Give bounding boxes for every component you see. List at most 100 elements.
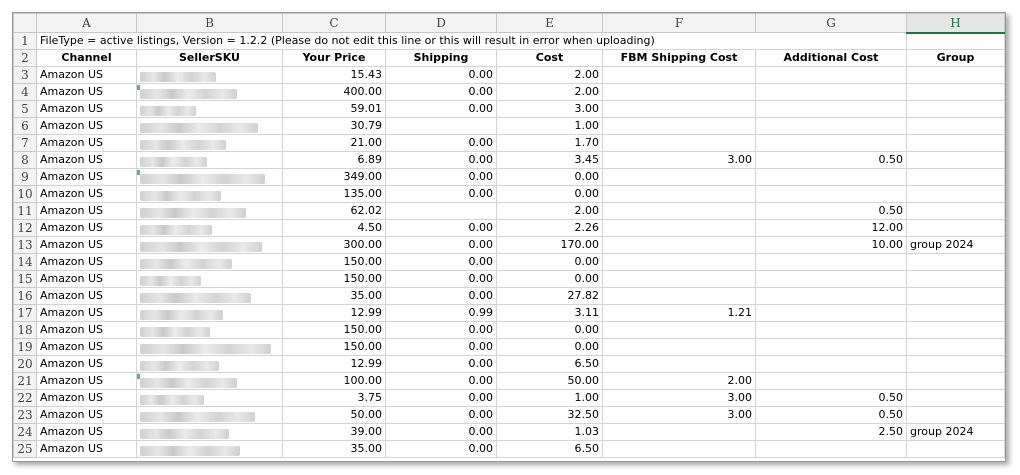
row-header[interactable]: 21 xyxy=(13,372,37,390)
cell-fbm-shipping-cost[interactable]: 3.00 xyxy=(602,406,756,424)
cell-channel[interactable]: Amazon US xyxy=(36,151,137,169)
cell-additional-cost[interactable]: 0.50 xyxy=(755,202,907,220)
cell-additional-cost[interactable] xyxy=(755,253,907,271)
row-header[interactable]: 1 xyxy=(13,32,37,50)
cell-group[interactable] xyxy=(906,304,1005,322)
cell-your-price[interactable]: 150.00 xyxy=(282,270,386,288)
row-header[interactable]: 2 xyxy=(13,49,37,67)
cell-fbm-shipping-cost[interactable] xyxy=(602,236,756,254)
row-header[interactable]: 22 xyxy=(13,389,37,407)
cell-fbm-shipping-cost[interactable] xyxy=(602,83,756,101)
cell-shipping[interactable]: 0.00 xyxy=(385,270,497,288)
cell-additional-cost[interactable] xyxy=(755,83,907,101)
cell-channel[interactable]: Amazon US xyxy=(36,185,137,203)
cell-channel[interactable]: Amazon US xyxy=(36,338,137,356)
cell-shipping[interactable]: 0.00 xyxy=(385,372,497,390)
cell-group[interactable] xyxy=(906,134,1005,152)
row-header[interactable]: 14 xyxy=(13,253,37,271)
cell-additional-cost[interactable] xyxy=(755,100,907,118)
cell-your-price[interactable]: 59.01 xyxy=(282,100,386,118)
cell-cost[interactable]: 3.45 xyxy=(496,151,603,169)
cell-group[interactable] xyxy=(906,185,1005,203)
row-header[interactable]: 20 xyxy=(13,355,37,373)
cell-channel[interactable]: Amazon US xyxy=(36,389,137,407)
cell-group[interactable] xyxy=(906,168,1005,186)
cell-shipping[interactable]: 0.00 xyxy=(385,321,497,339)
cell-shipping[interactable]: 0.00 xyxy=(385,134,497,152)
cell-your-price[interactable]: 100.00 xyxy=(282,372,386,390)
cell-cost[interactable]: 6.50 xyxy=(496,355,603,373)
cell-channel[interactable]: Amazon US xyxy=(36,287,137,305)
cell-seller-sku[interactable] xyxy=(136,168,283,186)
cell-additional-cost[interactable] xyxy=(755,372,907,390)
cell-channel[interactable]: Amazon US xyxy=(36,406,137,424)
cell-shipping[interactable]: 0.00 xyxy=(385,219,497,237)
cell-group[interactable] xyxy=(906,372,1005,390)
row-header[interactable]: 3 xyxy=(13,66,37,84)
row-header[interactable]: 9 xyxy=(13,168,37,186)
cell-channel[interactable]: Amazon US xyxy=(36,83,137,101)
header-your-price[interactable]: Your Price xyxy=(282,49,386,67)
cell-seller-sku[interactable] xyxy=(136,270,283,288)
cell-seller-sku[interactable] xyxy=(136,219,283,237)
cell-group[interactable]: group 2024 xyxy=(906,236,1005,254)
cell-group[interactable] xyxy=(906,440,1005,458)
cell-additional-cost[interactable] xyxy=(755,185,907,203)
cell-fbm-shipping-cost[interactable] xyxy=(602,270,756,288)
cell-your-price[interactable]: 35.00 xyxy=(282,440,386,458)
cell-shipping[interactable]: 0.00 xyxy=(385,338,497,356)
cell-your-price[interactable]: 12.99 xyxy=(282,304,386,322)
cell-fbm-shipping-cost[interactable] xyxy=(602,338,756,356)
column-header-a[interactable]: A xyxy=(36,13,137,33)
cell-your-price[interactable]: 50.00 xyxy=(282,406,386,424)
cell-your-price[interactable]: 12.99 xyxy=(282,355,386,373)
column-header-e[interactable]: E xyxy=(496,13,603,33)
cell-your-price[interactable]: 62.02 xyxy=(282,202,386,220)
cell-group[interactable] xyxy=(906,117,1005,135)
cell-cost[interactable]: 0.00 xyxy=(496,185,603,203)
cell-your-price[interactable]: 150.00 xyxy=(282,321,386,339)
cell-shipping[interactable]: 0.00 xyxy=(385,389,497,407)
cell-shipping[interactable]: 0.00 xyxy=(385,151,497,169)
cell-fbm-shipping-cost[interactable] xyxy=(602,355,756,373)
header-seller-sku[interactable]: SellerSKU xyxy=(136,49,283,67)
cell-cost[interactable]: 0.00 xyxy=(496,253,603,271)
cell-seller-sku[interactable] xyxy=(136,185,283,203)
cell-cost[interactable]: 0.00 xyxy=(496,270,603,288)
cell-your-price[interactable]: 150.00 xyxy=(282,253,386,271)
cell-cost[interactable]: 50.00 xyxy=(496,372,603,390)
cell-group[interactable] xyxy=(906,287,1005,305)
cell-seller-sku[interactable] xyxy=(136,202,283,220)
cell-additional-cost[interactable] xyxy=(755,168,907,186)
cell-your-price[interactable]: 39.00 xyxy=(282,423,386,441)
cell-shipping[interactable]: 0.00 xyxy=(385,423,497,441)
cell-your-price[interactable]: 15.43 xyxy=(282,66,386,84)
cell-seller-sku[interactable] xyxy=(136,100,283,118)
cell-additional-cost[interactable] xyxy=(755,134,907,152)
cell-fbm-shipping-cost[interactable] xyxy=(602,287,756,305)
cell-your-price[interactable]: 300.00 xyxy=(282,236,386,254)
cell-additional-cost[interactable]: 12.00 xyxy=(755,219,907,237)
cell-cost[interactable]: 2.00 xyxy=(496,202,603,220)
cell-seller-sku[interactable] xyxy=(136,440,283,458)
cell-shipping[interactable]: 0.00 xyxy=(385,236,497,254)
cell-shipping[interactable] xyxy=(385,117,497,135)
cell-your-price[interactable]: 349.00 xyxy=(282,168,386,186)
cell-fbm-shipping-cost[interactable]: 2.00 xyxy=(602,372,756,390)
cell-group[interactable] xyxy=(906,355,1005,373)
row-header[interactable]: 6 xyxy=(13,117,37,135)
row-header[interactable]: 8 xyxy=(13,151,37,169)
cell-your-price[interactable]: 3.75 xyxy=(282,389,386,407)
file-info-cell[interactable]: FileType = active listings, Version = 1.… xyxy=(36,32,907,50)
cell-your-price[interactable]: 135.00 xyxy=(282,185,386,203)
header-additional-cost[interactable]: Additional Cost xyxy=(755,49,907,67)
row-header[interactable]: 5 xyxy=(13,100,37,118)
header-group[interactable]: Group xyxy=(906,49,1005,67)
cell-channel[interactable]: Amazon US xyxy=(36,253,137,271)
cell-fbm-shipping-cost[interactable]: 1.21 xyxy=(602,304,756,322)
cell-seller-sku[interactable] xyxy=(136,253,283,271)
cell-shipping[interactable] xyxy=(385,202,497,220)
row-header[interactable]: 19 xyxy=(13,338,37,356)
cell-cost[interactable]: 32.50 xyxy=(496,406,603,424)
cell-cost[interactable]: 1.03 xyxy=(496,423,603,441)
